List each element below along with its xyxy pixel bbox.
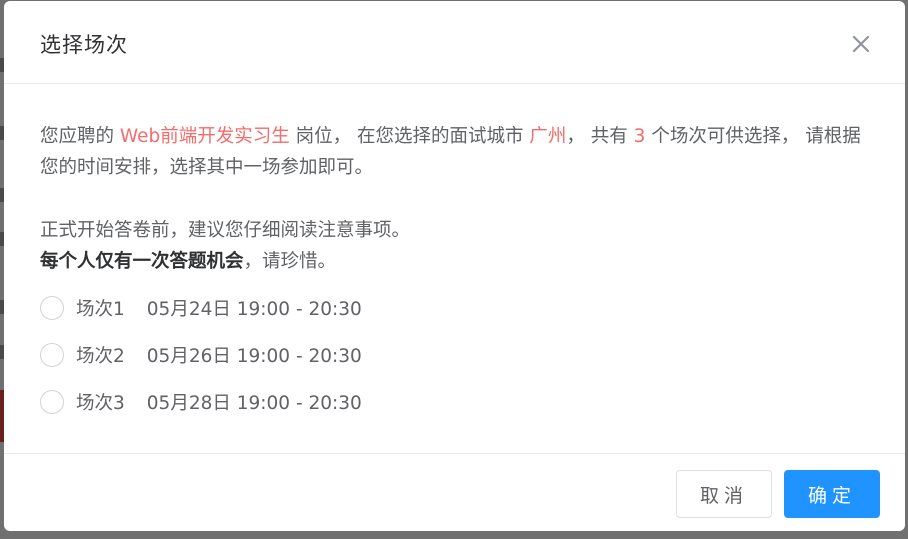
- warning-text: ，请珍惜。: [243, 251, 337, 272]
- intro-text: 岗位， 在您选择的面试城市: [289, 126, 530, 147]
- close-button[interactable]: [846, 29, 874, 57]
- session-time: 05月26日 19:00 - 20:30: [146, 346, 362, 367]
- confirm-button[interactable]: 确定: [784, 470, 880, 518]
- select-session-dialog: 选择场次 您应聘的 Web前端开发实习生 岗位， 在您选择的面试城市 广州， 共…: [4, 1, 905, 531]
- session-name: 场次3: [76, 393, 125, 414]
- warning-paragraph: 每个人仅有一次答题机会，请珍惜。: [40, 246, 870, 277]
- session-name: 场次1: [76, 299, 125, 320]
- session-time: 05月24日 19:00 - 20:30: [146, 299, 362, 320]
- dialog-header: 选择场次: [4, 1, 905, 84]
- radio-button[interactable]: [40, 296, 64, 320]
- dialog-title: 选择场次: [40, 33, 128, 57]
- intro-text: 您应聘的: [40, 126, 120, 147]
- dialog-footer: 取消 确定: [4, 453, 905, 531]
- session-option-1[interactable]: 场次1 05月24日 19:00 - 20:30: [40, 293, 460, 323]
- radio-button[interactable]: [40, 390, 64, 414]
- session-time: 05月28日 19:00 - 20:30: [146, 393, 362, 414]
- interview-city: 广州: [529, 126, 567, 147]
- intro-text: ， 共有: [566, 126, 634, 147]
- intro-paragraph: 您应聘的 Web前端开发实习生 岗位， 在您选择的面试城市 广州， 共有 3 个…: [40, 121, 870, 183]
- job-position: Web前端开发实习生: [119, 126, 290, 147]
- cancel-button[interactable]: 取消: [676, 470, 772, 518]
- session-name: 场次2: [76, 346, 125, 367]
- session-count: 3: [633, 126, 646, 147]
- warning-bold: 每个人仅有一次答题机会: [40, 251, 244, 272]
- session-option-3[interactable]: 场次3 05月28日 19:00 - 20:30: [40, 387, 460, 417]
- dialog-body: 您应聘的 Web前端开发实习生 岗位， 在您选择的面试城市 广州， 共有 3 个…: [40, 121, 870, 277]
- close-icon: [852, 35, 870, 53]
- session-option-2[interactable]: 场次2 05月26日 19:00 - 20:30: [40, 340, 460, 370]
- notice-text: 正式开始答卷前，建议您仔细阅读注意事项。: [40, 220, 411, 241]
- radio-button[interactable]: [40, 343, 64, 367]
